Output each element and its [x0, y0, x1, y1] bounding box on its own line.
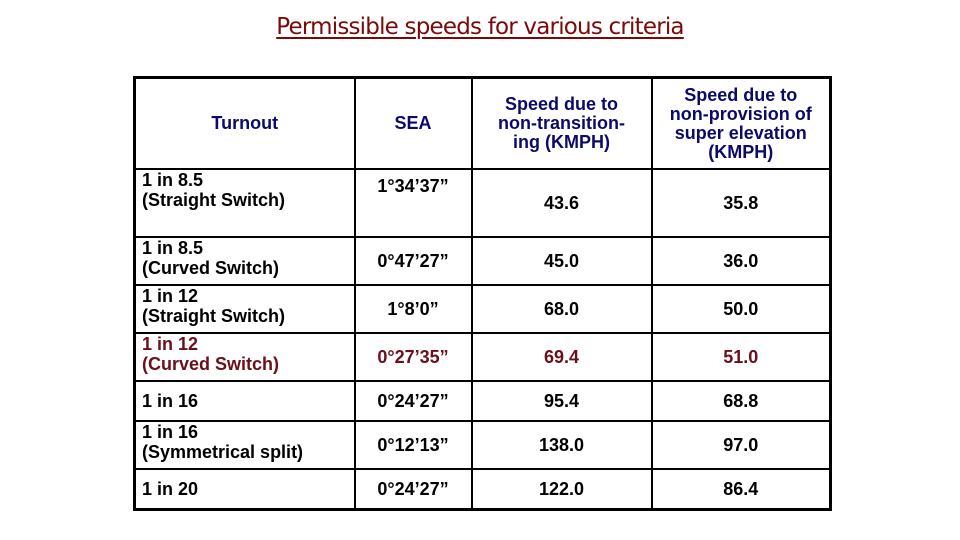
- header-non-super-elevation-line: (KMPH): [708, 141, 774, 162]
- turnout-cell: 1 in 12 (Straight Switch): [133, 284, 356, 334]
- non-transitioning-speed-cell: 45.0: [470, 236, 653, 286]
- sea-cell: 0°47’27”: [353, 236, 473, 286]
- header-non-super-elevation-line: super elevation: [674, 122, 807, 143]
- non-super-elevation-speed-cell: 50.0: [650, 284, 832, 334]
- turnout-ratio: 1 in 12: [142, 334, 199, 354]
- non-transitioning-speed-cell: 68.0: [470, 284, 653, 334]
- turnout-cell: 1 in 8.5 (Curved Switch): [133, 236, 356, 286]
- header-turnout-text: Turnout: [211, 113, 279, 133]
- turnout-cell: 1 in 16 (Symmetrical split): [133, 420, 356, 470]
- sea-cell: 0°24’27”: [353, 380, 473, 422]
- turnout-ratio: 1 in 8.5: [142, 238, 204, 258]
- table-row: 1 in 20 0°24’27” 122.0 86.4: [133, 468, 832, 511]
- sea-cell: 1°34’37”: [353, 168, 473, 238]
- header-sea-text: SEA: [394, 113, 432, 133]
- header-non-transitioning-line: non-transition-: [498, 113, 625, 133]
- non-transitioning-speed-cell: 122.0: [470, 468, 653, 511]
- page-title: Permissible speeds for various criteria: [276, 14, 684, 40]
- header-non-super-elevation-line: non-provision of: [669, 103, 812, 124]
- turnout-cell: 1 in 20: [133, 468, 356, 511]
- permissible-speeds-table: Turnout SEA Speed due to non-transition-…: [133, 76, 832, 511]
- turnout-ratio: 1 in 8.5: [142, 170, 204, 190]
- table-row-highlighted: 1 in 12 (Curved Switch) 0°27’35” 69.4 51…: [133, 332, 832, 382]
- table-row: 1 in 16 0°24’27” 95.4 68.8: [133, 380, 832, 422]
- header-non-transitioning-line: ing (KMPH): [513, 132, 610, 152]
- turnout-cell: 1 in 12 (Curved Switch): [133, 332, 356, 382]
- turnout-ratio: 1 in 20: [142, 479, 199, 499]
- non-super-elevation-speed-cell: 97.0: [650, 420, 832, 470]
- sea-cell: 0°24’27”: [353, 468, 473, 511]
- turnout-cell: 1 in 16: [133, 380, 356, 422]
- header-turnout: Turnout: [133, 76, 356, 170]
- header-non-super-elevation-line: Speed due to: [684, 84, 798, 105]
- sea-cell: 0°27’35”: [353, 332, 473, 382]
- turnout-type: (Curved Switch): [142, 354, 280, 374]
- non-super-elevation-speed-cell: 35.8: [650, 168, 832, 238]
- non-transitioning-speed-cell: 138.0: [470, 420, 653, 470]
- non-transitioning-speed-cell: 69.4: [470, 332, 653, 382]
- turnout-type: (Curved Switch): [142, 258, 280, 278]
- table-row: 1 in 8.5 (Straight Switch) 1°34’37” 43.6…: [133, 168, 832, 238]
- table-row: 1 in 8.5 (Curved Switch) 0°47’27” 45.0 3…: [133, 236, 832, 286]
- turnout-type: (Straight Switch): [142, 306, 285, 326]
- turnout-type: (Symmetrical split): [142, 442, 304, 462]
- non-transitioning-speed-cell: 95.4: [470, 380, 653, 422]
- table-row: 1 in 16 (Symmetrical split) 0°12’13” 138…: [133, 420, 832, 470]
- header-row: Turnout SEA Speed due to non-transition-…: [133, 76, 832, 170]
- turnout-ratio: 1 in 16: [142, 422, 199, 442]
- turnout-cell: 1 in 8.5 (Straight Switch): [133, 168, 356, 238]
- turnout-ratio: 1 in 16: [142, 391, 199, 411]
- header-non-transitioning-line: Speed due to: [504, 94, 618, 114]
- non-super-elevation-speed-cell: 68.8: [650, 380, 832, 422]
- sea-cell: 0°12’13”: [353, 420, 473, 470]
- non-super-elevation-speed-cell: 51.0: [650, 332, 832, 382]
- turnout-type: (Straight Switch): [142, 190, 285, 210]
- header-sea: SEA: [353, 76, 473, 170]
- non-super-elevation-speed-cell: 36.0: [650, 236, 832, 286]
- non-transitioning-speed-cell: 43.6: [470, 168, 653, 238]
- header-non-super-elevation: Speed due to non-provision of super elev…: [650, 76, 832, 170]
- header-non-transitioning: Speed due to non-transition- ing (KMPH): [470, 76, 653, 170]
- sea-cell: 1°8’0”: [353, 284, 473, 334]
- non-super-elevation-speed-cell: 86.4: [650, 468, 832, 511]
- table-row: 1 in 12 (Straight Switch) 1°8’0” 68.0 50…: [133, 284, 832, 334]
- turnout-ratio: 1 in 12: [142, 286, 199, 306]
